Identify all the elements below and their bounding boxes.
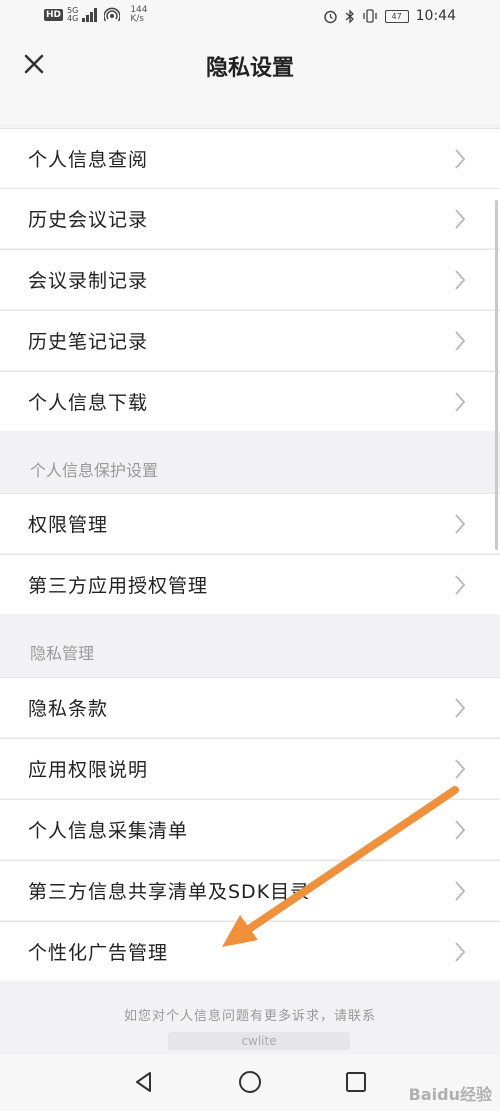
chevron-right-icon	[455, 270, 466, 290]
chevron-right-icon	[455, 575, 466, 595]
menu-row-permission-management[interactable]: 权限管理	[0, 493, 500, 553]
clock: 10:44	[415, 8, 456, 24]
menu-row-personal-info-review[interactable]: 个人信息查阅	[0, 128, 500, 188]
menu-row-app-permissions[interactable]: 应用权限说明	[0, 738, 500, 798]
menu-row-label: 第三方信息共享清单及SDK目录	[28, 881, 311, 903]
section-label: 个人信息保护设置	[30, 461, 159, 480]
vibrate-icon	[362, 9, 377, 23]
chevron-right-icon	[455, 942, 466, 962]
hd-badge: HD	[44, 9, 64, 21]
signal-icon	[82, 8, 98, 22]
status-left: HD 5G 4G 144 K/s	[44, 6, 148, 24]
chevron-right-icon	[455, 331, 466, 351]
alarm-icon	[323, 10, 337, 23]
chevron-right-icon	[455, 392, 466, 412]
menu-row-label: 应用权限说明	[28, 759, 149, 781]
chevron-right-icon	[455, 820, 466, 840]
home-icon[interactable]	[234, 1066, 266, 1098]
network-sub-label: 4G	[67, 14, 79, 23]
menu-row-label: 个人信息下载	[28, 392, 149, 414]
back-icon[interactable]	[128, 1066, 160, 1098]
status-right: 47 10:44	[323, 8, 456, 24]
chevron-right-icon	[455, 698, 466, 718]
section-header-protection: 个人信息保护设置	[0, 432, 500, 493]
chevron-right-icon	[455, 149, 466, 169]
page-header: 隐私设置	[0, 34, 500, 124]
footer-note: 如您对个人信息问题有更多诉求，请联系	[123, 1009, 376, 1024]
status-bar: HD 5G 4G 144 K/s 47 10:44	[0, 0, 500, 34]
speed-unit: K/s	[130, 14, 144, 24]
bluetooth-icon	[345, 8, 354, 24]
chevron-right-icon	[455, 209, 466, 229]
menu-row-meeting-recordings[interactable]: 会议录制记录	[0, 249, 500, 309]
scrollbar[interactable]	[495, 200, 498, 550]
menu-row-label: 会议录制记录	[28, 270, 149, 292]
network-speed: 144 K/s	[130, 6, 147, 24]
menu-row-label: 个性化广告管理	[28, 942, 169, 964]
recents-icon[interactable]	[340, 1066, 372, 1098]
menu-row-meeting-history[interactable]: 历史会议记录	[0, 188, 500, 248]
menu-row-notes-history[interactable]: 历史笔记记录	[0, 310, 500, 370]
section-header-privacy: 隐私管理	[0, 615, 500, 676]
chevron-right-icon	[455, 881, 466, 901]
menu-row-label: 隐私条款	[28, 698, 109, 720]
menu-row-personalized-ads[interactable]: 个性化广告管理	[0, 921, 500, 981]
footer-contact[interactable]: cwlite	[168, 1032, 350, 1050]
system-nav-bar: Baidu经验	[0, 1054, 500, 1111]
menu-row-privacy-terms[interactable]: 隐私条款	[0, 677, 500, 737]
menu-row-third-party-authorization[interactable]: 第三方应用授权管理	[0, 554, 500, 614]
menu-row-label: 第三方应用授权管理	[28, 575, 209, 597]
chevron-right-icon	[455, 514, 466, 534]
network-indicator: 5G 4G	[67, 7, 78, 23]
page-title: 隐私设置	[205, 56, 294, 81]
section-label: 隐私管理	[30, 644, 95, 663]
menu-row-label: 个人信息采集清单	[28, 820, 189, 842]
menu-row-info-collection-list[interactable]: 个人信息采集清单	[0, 799, 500, 859]
menu-row-label: 历史会议记录	[28, 209, 149, 231]
hotspot-icon	[104, 7, 121, 22]
chevron-right-icon	[455, 759, 466, 779]
menu-row-label: 个人信息查阅	[28, 149, 149, 171]
battery-indicator: 47	[384, 9, 409, 23]
watermark: Baidu经验	[408, 1085, 492, 1104]
menu-row-label: 权限管理	[28, 514, 109, 536]
menu-row-third-party-sharing-list[interactable]: 第三方信息共享清单及SDK目录	[0, 860, 500, 920]
menu-row-label: 历史笔记记录	[28, 331, 149, 353]
menu-row-personal-info-download[interactable]: 个人信息下载	[0, 371, 500, 431]
